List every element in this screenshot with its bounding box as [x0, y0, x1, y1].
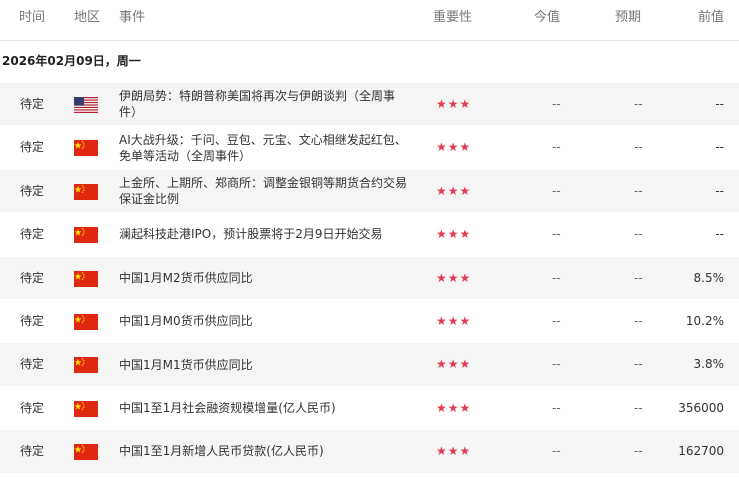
china-flag-icon — [74, 357, 98, 374]
importance-stars: ★★★ — [436, 140, 472, 155]
importance-stars: ★★★ — [436, 444, 472, 459]
event-title[interactable]: 中国1至1月新增人民币贷款(亿人民币) — [119, 443, 409, 459]
previous-value: 162700 — [678, 444, 724, 459]
forecast-value: -- — [634, 313, 643, 328]
time-cell: 待定 — [20, 357, 45, 372]
actual-value: -- — [552, 183, 561, 198]
previous-value: -- — [715, 97, 724, 111]
event-title[interactable]: 伊朗局势：特朗普称美国将再次与伊朗谈判（全周事件） — [119, 88, 409, 120]
event-list: 待定 伊朗局势：特朗普称美国将再次与伊朗谈判（全周事件） ★★★ -- -- -… — [0, 83, 739, 474]
table-row[interactable]: 待定 中国1至1月新增人民币贷款(亿人民币) ★★★ -- -- 162700 — [0, 430, 739, 474]
table-row[interactable]: 待定 中国1月M2货币供应同比 ★★★ -- -- 8.5% — [0, 256, 739, 300]
header-time: 时间 — [19, 10, 46, 25]
actual-value: -- — [552, 313, 561, 328]
previous-value: 8.5% — [693, 270, 725, 285]
date-group-label: 2026年02月09日，周一 — [2, 54, 141, 68]
previous-value: -- — [715, 140, 724, 155]
china-flag-icon — [74, 270, 98, 287]
time-cell: 待定 — [20, 400, 45, 415]
china-flag-icon — [74, 313, 98, 330]
importance-stars: ★★★ — [436, 227, 472, 242]
header-region: 地区 — [74, 10, 101, 25]
forecast-value: -- — [634, 357, 643, 372]
previous-value: -- — [715, 227, 724, 242]
forecast-value: -- — [634, 400, 643, 415]
actual-value: -- — [552, 140, 561, 155]
time-cell: 待定 — [20, 140, 45, 155]
time-cell: 待定 — [20, 227, 45, 242]
actual-value: -- — [552, 400, 561, 415]
table-row[interactable]: 待定 中国1至1月社会融资规模增量(亿人民币) ★★★ -- -- 356000 — [0, 387, 739, 431]
importance-stars: ★★★ — [436, 183, 472, 198]
event-title[interactable]: 中国1月M2货币供应同比 — [119, 270, 409, 286]
table-row[interactable]: 待定 上金所、上期所、郑商所：调整金银铜等期货合约交易保证金比例 ★★★ -- … — [0, 169, 739, 214]
header-actual: 今值 — [534, 10, 561, 25]
actual-value: -- — [552, 270, 561, 285]
time-cell: 待定 — [20, 97, 45, 111]
forecast-value: -- — [634, 183, 643, 198]
forecast-value: -- — [634, 270, 643, 285]
actual-value: -- — [552, 227, 561, 242]
header-forecast: 预期 — [615, 10, 642, 25]
event-title[interactable]: AI大战升级：千问、豆包、元宝、文心相继发起红包、免单等活动（全周事件） — [119, 132, 409, 164]
header-event: 事件 — [119, 10, 146, 25]
event-title[interactable]: 中国1月M1货币供应同比 — [119, 357, 409, 373]
forecast-value: -- — [634, 140, 643, 155]
importance-stars: ★★★ — [436, 357, 472, 372]
header-importance: 重要性 — [433, 10, 473, 25]
china-flag-icon — [74, 227, 98, 244]
us-flag-icon — [74, 97, 98, 113]
previous-value: 3.8% — [693, 357, 725, 372]
header-previous: 前值 — [697, 10, 724, 25]
event-title[interactable]: 澜起科技赴港IPO，预计股票将于2月9日开始交易 — [119, 226, 409, 242]
event-title[interactable]: 中国1至1月社会融资规模增量(亿人民币) — [119, 400, 409, 416]
table-row[interactable]: 待定 澜起科技赴港IPO，预计股票将于2月9日开始交易 ★★★ -- -- -- — [0, 213, 739, 257]
importance-stars: ★★★ — [436, 97, 472, 111]
table-row[interactable]: 待定 中国1月M1货币供应同比 ★★★ -- -- 3.8% — [0, 343, 739, 387]
forecast-value: -- — [634, 97, 643, 111]
previous-value: 10.2% — [685, 313, 724, 328]
importance-stars: ★★★ — [436, 400, 472, 415]
importance-stars: ★★★ — [436, 313, 472, 328]
table-row[interactable]: 待定 AI大战升级：千问、豆包、元宝、文心相继发起红包、免单等活动（全周事件） … — [0, 126, 739, 170]
forecast-value: -- — [634, 227, 643, 242]
table-row[interactable]: 待定 伊朗局势：特朗普称美国将再次与伊朗谈判（全周事件） ★★★ -- -- -… — [0, 83, 739, 127]
actual-value: -- — [552, 97, 561, 111]
china-flag-icon — [74, 444, 98, 461]
actual-value: -- — [552, 357, 561, 372]
actual-value: -- — [552, 444, 561, 459]
china-flag-icon — [74, 140, 98, 157]
event-title[interactable]: 中国1月M0货币供应同比 — [119, 313, 409, 329]
importance-stars: ★★★ — [436, 270, 472, 285]
table-row[interactable]: 待定 中国1月M0货币供应同比 ★★★ -- -- 10.2% — [0, 300, 739, 344]
table-header: 时间 地区 事件 重要性 今值 预期 前值 — [0, 0, 739, 41]
forecast-value: -- — [634, 444, 643, 459]
time-cell: 待定 — [20, 183, 45, 198]
time-cell: 待定 — [20, 313, 45, 328]
time-cell: 待定 — [20, 444, 45, 459]
previous-value: 356000 — [678, 400, 724, 415]
china-flag-icon — [74, 400, 98, 417]
china-flag-icon — [74, 183, 98, 200]
previous-value: -- — [715, 183, 724, 198]
time-cell: 待定 — [20, 270, 45, 285]
event-title[interactable]: 上金所、上期所、郑商所：调整金银铜等期货合约交易保证金比例 — [119, 175, 409, 207]
